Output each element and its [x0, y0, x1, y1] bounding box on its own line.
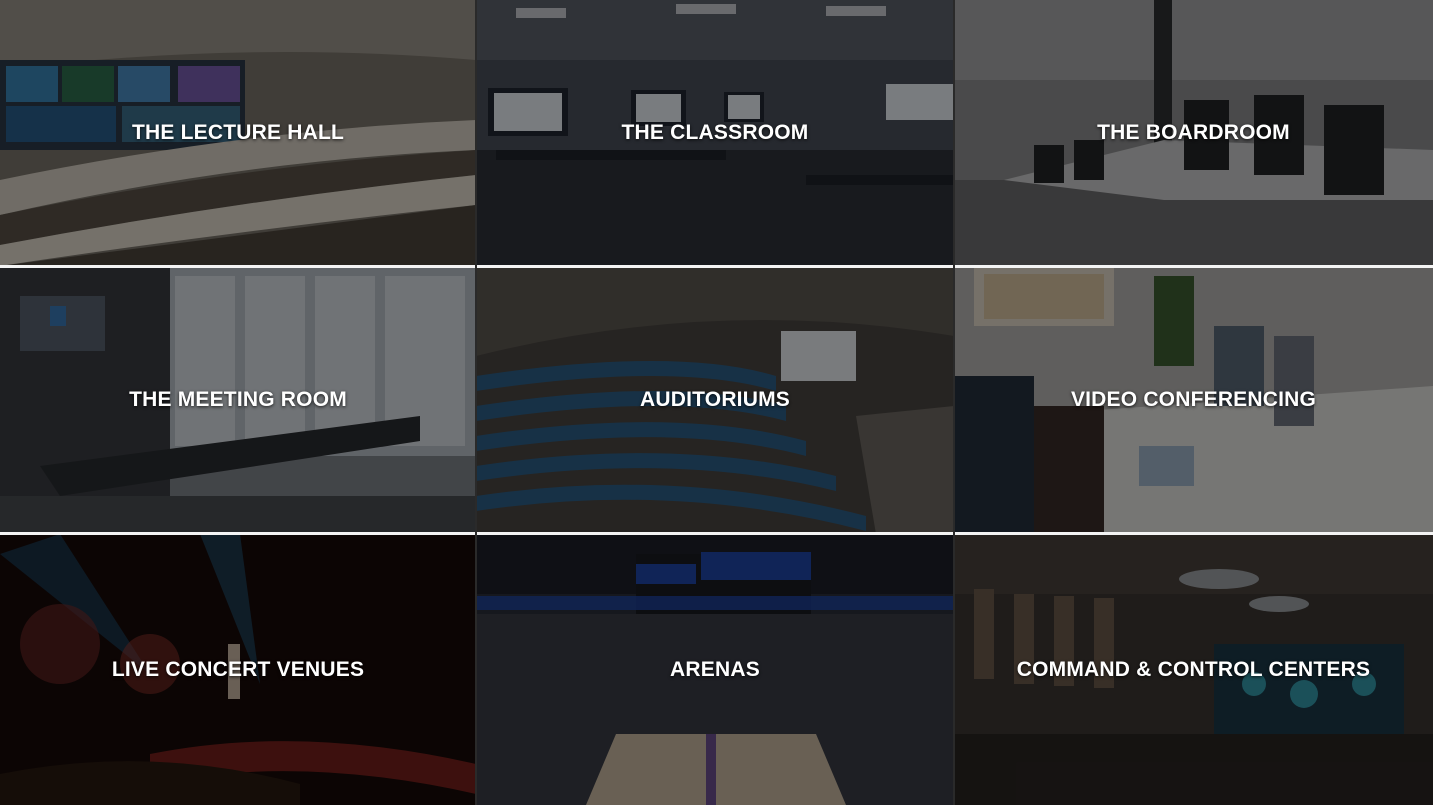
tile-label-video-conferencing: VIDEO CONFERENCING	[1070, 388, 1317, 411]
column-divider	[475, 0, 477, 805]
tile-label-meeting-room: THE MEETING ROOM	[129, 388, 347, 411]
tile-label-classroom: THE CLASSROOM	[621, 121, 809, 144]
tile-live-concert-venues[interactable]: LIVE CONCERT VENUES	[0, 534, 476, 805]
tile-classroom[interactable]: THE CLASSROOM	[476, 0, 954, 266]
tile-label-auditoriums: AUDITORIUMS	[640, 388, 790, 411]
tile-lecture-hall[interactable]: THE LECTURE HALL	[0, 0, 476, 266]
row-divider	[0, 265, 1433, 268]
tile-label-live-concert-venues: LIVE CONCERT VENUES	[111, 657, 365, 681]
tile-boardroom[interactable]: THE BOARDROOM	[954, 0, 1433, 266]
tile-video-conferencing[interactable]: VIDEO CONFERENCING	[954, 266, 1433, 534]
tile-label-lecture-hall: THE LECTURE HALL	[131, 121, 345, 144]
tile-auditoriums[interactable]: AUDITORIUMS	[476, 266, 954, 534]
venue-grid: THE LECTURE HALL THE CLASSROOM THE BOARD…	[0, 0, 1433, 805]
tile-command-control-centers[interactable]: COMMAND & CONTROL CENTERS	[954, 534, 1433, 805]
column-divider	[953, 0, 955, 805]
tile-label-arenas: ARENAS	[670, 657, 760, 681]
tile-label-command-control-centers: COMMAND & CONTROL CENTERS	[1016, 657, 1371, 681]
tile-label-boardroom: THE BOARDROOM	[1097, 121, 1290, 144]
row-divider	[0, 532, 1433, 535]
tile-arenas[interactable]: ARENAS	[476, 534, 954, 805]
tile-meeting-room[interactable]: THE MEETING ROOM	[0, 266, 476, 534]
